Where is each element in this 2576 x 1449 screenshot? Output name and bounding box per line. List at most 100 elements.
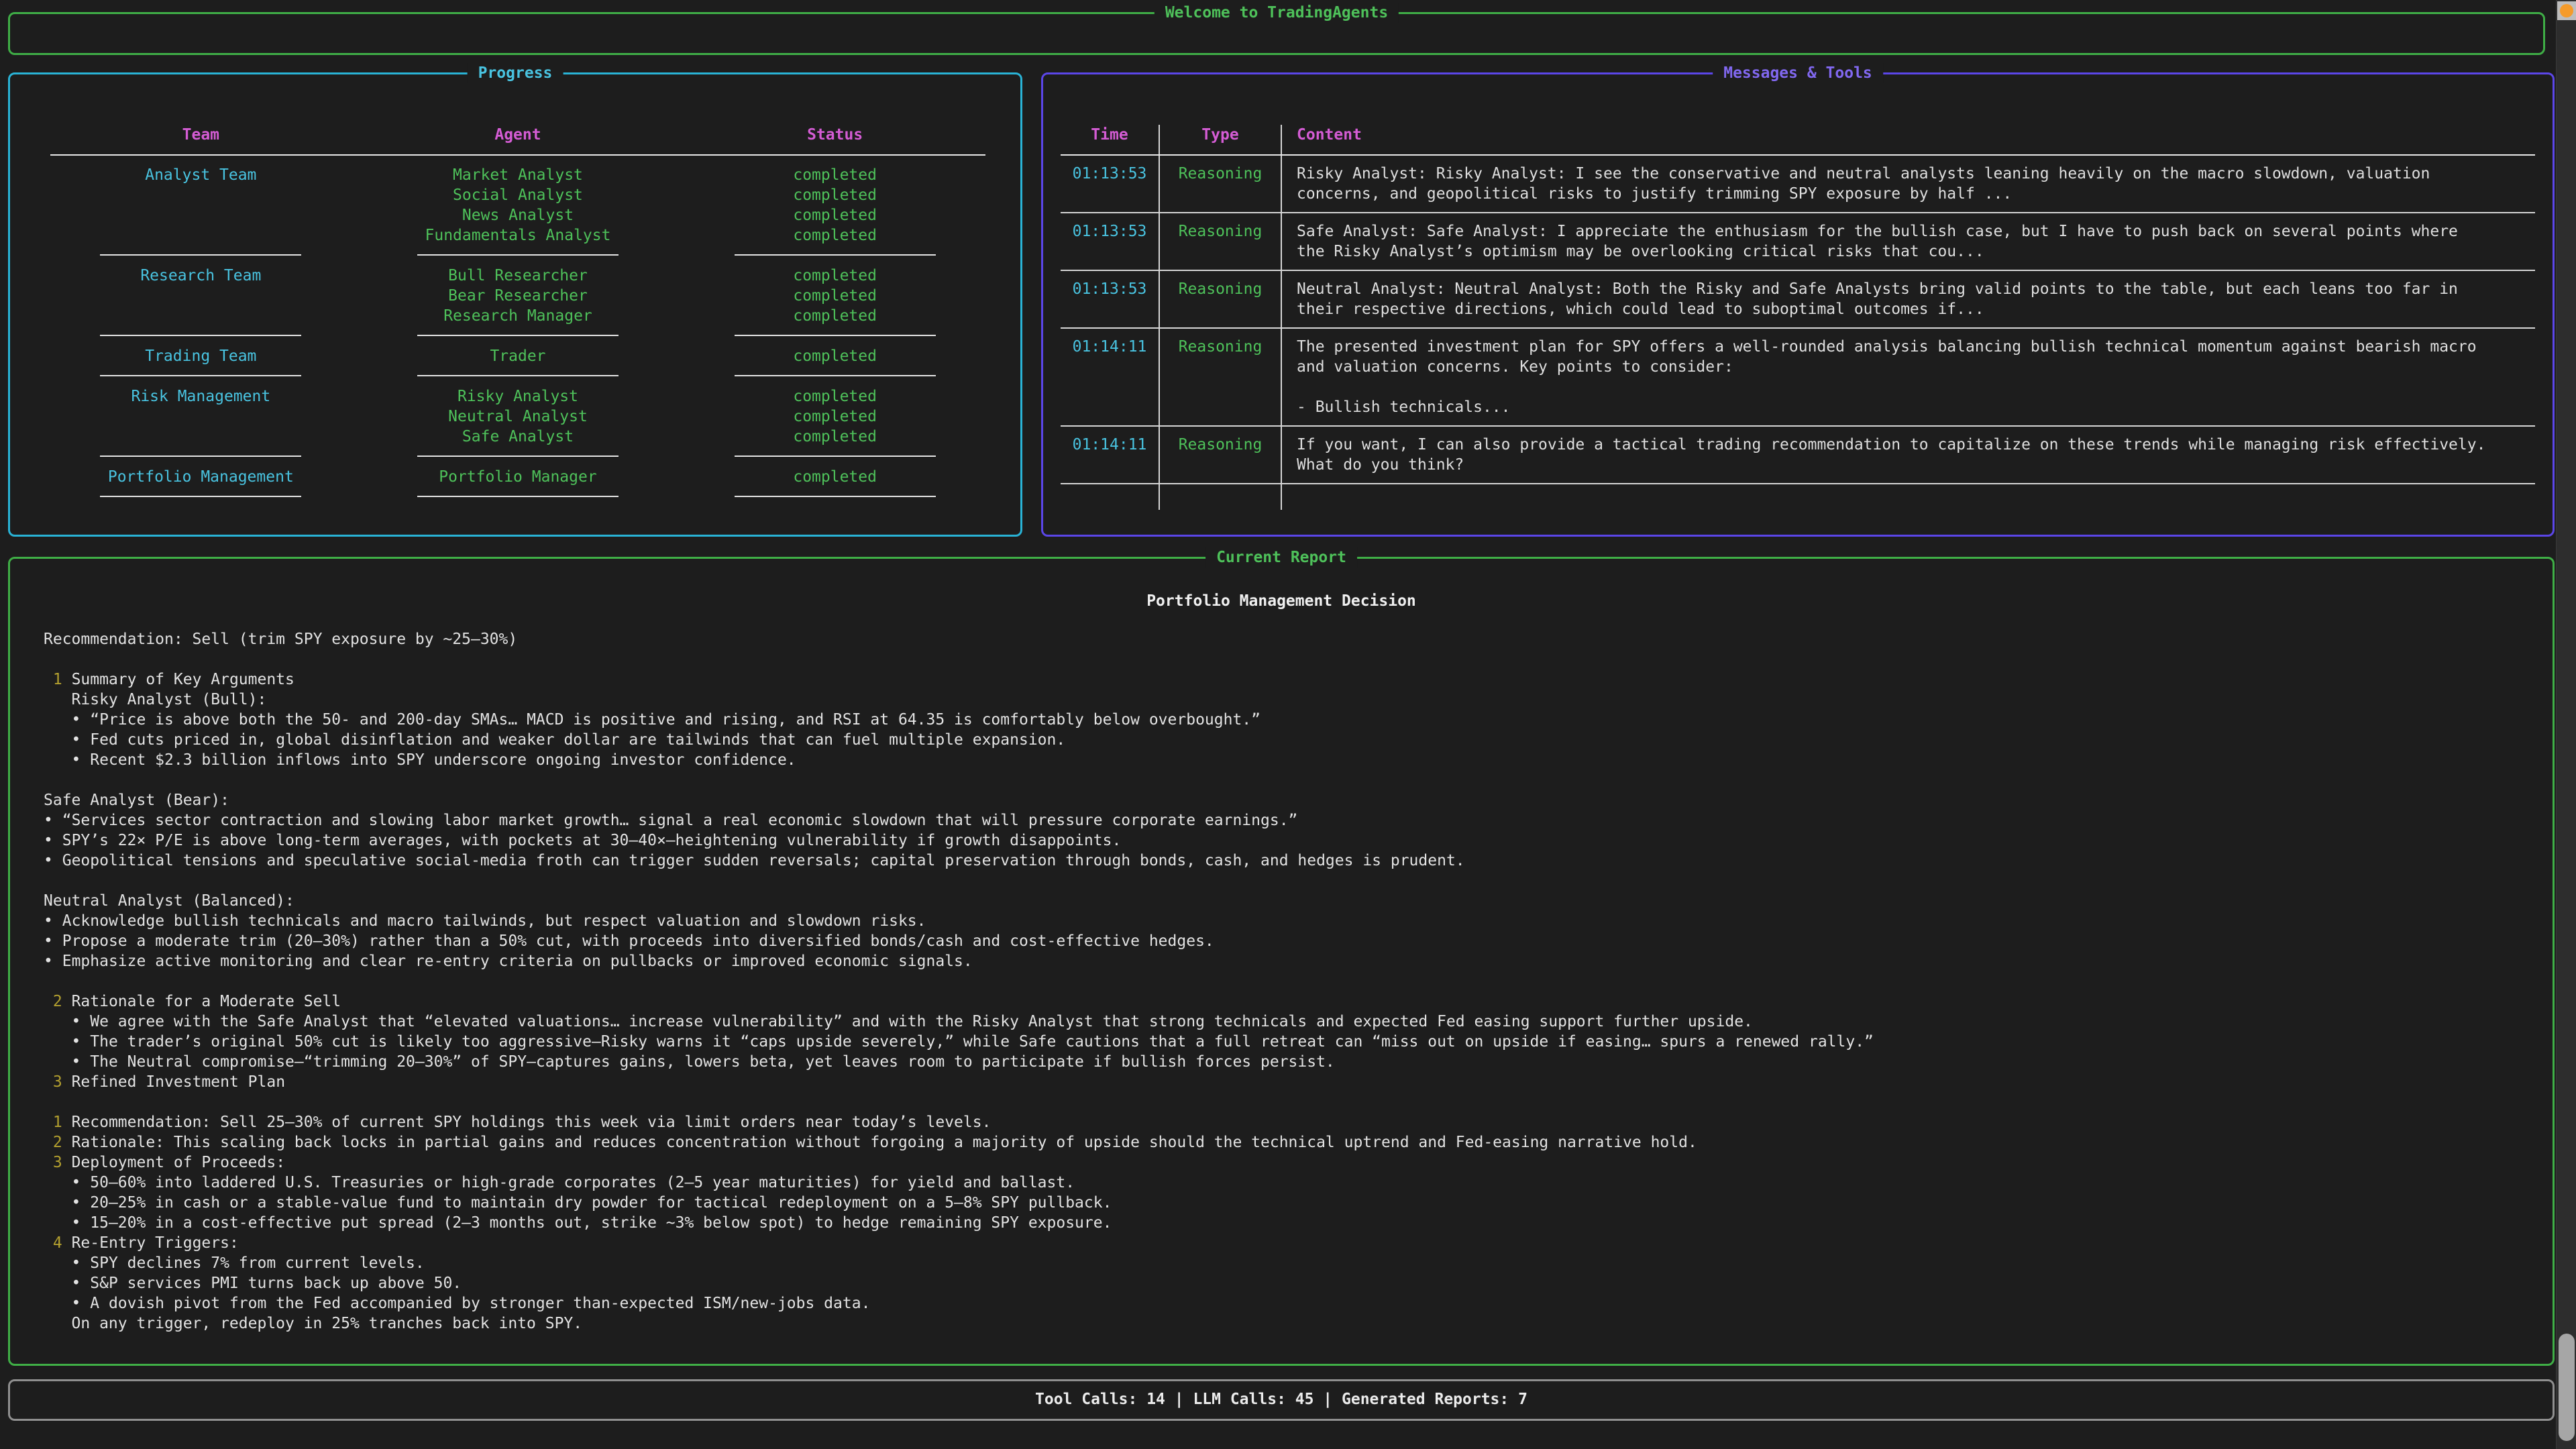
separator-cell (676, 326, 994, 346)
report-bullet-marker: • (72, 1194, 81, 1212)
report-line: • We agree with the Safe Analyst that “e… (44, 1012, 2528, 1032)
messages-col-content: Content (1282, 125, 2535, 154)
progress-row: Fundamentals Analystcompleted (42, 225, 994, 246)
report-bullet-marker: • (72, 1254, 81, 1272)
current-report-panel: Current Report Portfolio Management Deci… (8, 557, 2555, 1366)
progress-cell-team (42, 185, 360, 205)
progress-cell-agent: Fundamentals Analyst (360, 225, 677, 246)
progress-cell-agent: Trader (360, 346, 677, 366)
messages-table-header: Time Type Content (1061, 125, 2535, 156)
report-bullet-marker: • (44, 852, 53, 869)
report-line: 2 Rationale for a Moderate Sell (44, 991, 2528, 1012)
separator-line (417, 496, 619, 497)
report-bullet-marker: • (72, 1295, 81, 1312)
progress-row: Bear Researchercompleted (42, 286, 994, 306)
report-number-marker: 3 (53, 1154, 62, 1171)
message-time: 01:13:53 (1061, 271, 1160, 327)
report-line: • Propose a moderate trim (20–30%) rathe… (44, 931, 2528, 951)
message-time: 01:13:53 (1061, 156, 1160, 212)
report-bullet-marker: • (72, 751, 81, 769)
message-content-line: - Bullish technicals... (1297, 397, 2535, 417)
message-content-line: If you want, I can also provide a tactic… (1297, 435, 2535, 455)
progress-cell-team: Trading Team (42, 346, 360, 366)
progress-row: News Analystcompleted (42, 205, 994, 225)
message-content-line: concerns, and geopolitical risks to just… (1297, 184, 2535, 204)
message-content: Neutral Analyst: Neutral Analyst: Both t… (1282, 271, 2535, 327)
report-line: • S&P services PMI turns back up above 5… (44, 1273, 2528, 1293)
stats-footer-text: Tool Calls: 14 | LLM Calls: 45 | Generat… (10, 1381, 2553, 1417)
separator-cell (676, 366, 994, 386)
report-line: • Recent $2.3 billion inflows into SPY u… (44, 750, 2528, 770)
progress-cell-agent: Safe Analyst (360, 427, 677, 447)
progress-cell-status: completed (676, 165, 994, 185)
scrollbar-top-button[interactable] (2557, 1, 2576, 20)
report-line: • SPY’s 22× P/E is above long-term avera… (44, 830, 2528, 851)
messages-table: Time Type Content 01:13:53ReasoningRisky… (1061, 125, 2535, 510)
report-line: 1 Recommendation: Sell 25–30% of current… (44, 1112, 2528, 1132)
progress-row: Risk ManagementRisky Analystcompleted (42, 386, 994, 407)
scrollbar-thumb[interactable] (2559, 1334, 2575, 1441)
report-line: • Geopolitical tensions and speculative … (44, 851, 2528, 871)
progress-cell-agent: Bear Researcher (360, 286, 677, 306)
progress-cell-team (42, 306, 360, 326)
message-row: 01:14:11ReasoningIf you want, I can also… (1061, 427, 2535, 484)
report-line: • Fed cuts priced in, global disinflatio… (44, 730, 2528, 750)
separator-cell (42, 487, 360, 507)
message-content-line: Neutral Analyst: Neutral Analyst: Both t… (1297, 279, 2535, 299)
message-table-tail (1061, 484, 2535, 510)
message-content: Safe Analyst: Safe Analyst: I appreciate… (1282, 213, 2535, 270)
message-time: 01:14:11 (1061, 427, 1160, 483)
progress-cell-agent: Risky Analyst (360, 386, 677, 407)
progress-header-rule (42, 145, 994, 165)
separator-cell (360, 487, 677, 507)
report-line: 2 Rationale: This scaling back locks in … (44, 1132, 2528, 1152)
progress-cell-status: completed (676, 225, 994, 246)
progress-cell-status: completed (676, 386, 994, 407)
progress-cell-agent: News Analyst (360, 205, 677, 225)
progress-row: Social Analystcompleted (42, 185, 994, 205)
welcome-banner: Welcome to TradingAgents (8, 12, 2545, 55)
report-line: • 15–20% in a cost-effective put spread … (44, 1213, 2528, 1233)
report-line (44, 971, 2528, 991)
separator-line (735, 455, 936, 457)
report-line: • SPY declines 7% from current levels. (44, 1253, 2528, 1273)
progress-cell-team: Portfolio Management (42, 467, 360, 487)
message-content-line (1297, 377, 2535, 397)
report-bullet-marker: • (72, 1275, 81, 1292)
separator-line (417, 335, 619, 336)
scrollbar-track[interactable] (2556, 0, 2576, 1449)
progress-cell-agent: Social Analyst (360, 185, 677, 205)
separator-cell (42, 447, 360, 467)
separator-cell (42, 366, 360, 386)
message-row: 01:13:53ReasoningNeutral Analyst: Neutra… (1061, 271, 2535, 329)
messages-col-type: Type (1160, 125, 1282, 154)
progress-cell-status: completed (676, 427, 994, 447)
progress-section-separator (42, 366, 994, 386)
progress-row: Research Managercompleted (42, 306, 994, 326)
separator-line (417, 254, 619, 256)
separator-cell (42, 326, 360, 346)
progress-row: Safe Analystcompleted (42, 427, 994, 447)
report-number-marker: 2 (53, 1134, 62, 1151)
progress-cell-agent: Portfolio Manager (360, 467, 677, 487)
message-type: Reasoning (1160, 213, 1282, 270)
separator-cell (676, 447, 994, 467)
message-content-line: What do you think? (1297, 455, 2535, 475)
progress-section-separator (42, 326, 994, 346)
progress-cell-team: Analyst Team (42, 165, 360, 185)
progress-table: Team Agent Status Analyst TeamMarket Ana… (42, 125, 994, 507)
report-line: 4 Re-Entry Triggers: (44, 1233, 2528, 1253)
report-number-marker: 4 (53, 1234, 62, 1252)
messages-panel: Messages & Tools Time Type Content 01:13… (1041, 72, 2555, 537)
report-bullet-marker: • (72, 731, 81, 749)
report-bullet-marker: • (44, 812, 53, 829)
progress-cell-status: completed (676, 266, 994, 286)
message-rows: 01:13:53ReasoningRisky Analyst: Risky An… (1061, 156, 2535, 510)
progress-col-status: Status (676, 125, 994, 145)
message-content-line: The presented investment plan for SPY of… (1297, 337, 2535, 357)
progress-cell-team (42, 286, 360, 306)
report-line (44, 1092, 2528, 1112)
message-time: 01:13:53 (1061, 213, 1160, 270)
report-line (44, 770, 2528, 790)
separator-cell (676, 246, 994, 266)
